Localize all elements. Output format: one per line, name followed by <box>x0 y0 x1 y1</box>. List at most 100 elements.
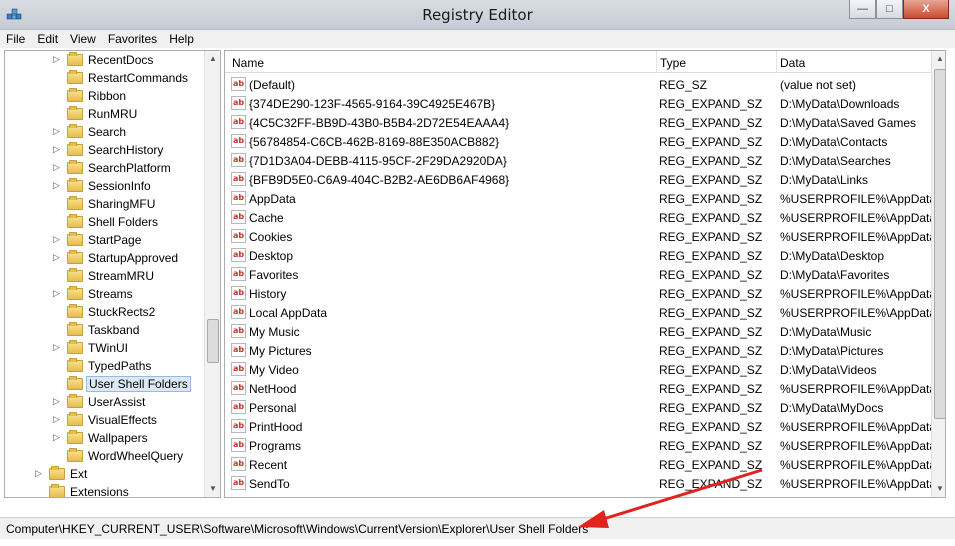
scroll-right-icon[interactable]: ▶ <box>915 497 931 498</box>
expand-arrow-icon[interactable]: ▷ <box>53 342 60 353</box>
tree-vertical-scrollbar[interactable]: ▲ ▼ <box>204 51 220 497</box>
tree-item[interactable]: ▷ SessionInfo <box>5 178 205 196</box>
tree-item[interactable]: ▷ SearchPlatform <box>5 160 205 178</box>
values-scroll-thumb[interactable] <box>934 69 945 419</box>
value-row[interactable]: ab Programs REG_EXPAND_SZ %USERPROFILE%\App… <box>225 436 932 455</box>
value-row[interactable]: ab {56784854-C6CB-462B-8169-88E350ACB882}… <box>225 132 931 151</box>
value-row[interactable]: ab {BFB9D5E0-C6A9-404C-B2B2-AE6DB6AF4968}… <box>225 170 931 189</box>
expand-arrow-icon[interactable]: ▷ <box>53 54 60 65</box>
value-row[interactable]: ab My Video REG_EXPAND_SZ D:\MyData\Videos <box>225 360 931 379</box>
value-type: REG_EXPAND_SZ <box>659 439 763 453</box>
column-header-type[interactable]: Type <box>660 56 686 70</box>
tree-item[interactable]: ▷ RecentDocs <box>5 52 205 70</box>
tree-item[interactable]: ▷ Wallpapers <box>5 430 205 448</box>
tree-item[interactable]: TypedPaths <box>5 358 205 376</box>
folder-icon <box>67 448 83 462</box>
value-type: REG_EXPAND_SZ <box>659 306 763 320</box>
value-type: REG_EXPAND_SZ <box>659 382 763 396</box>
tree-item-label: Wallpapers <box>88 431 148 445</box>
menu-file[interactable]: File <box>0 30 31 48</box>
scroll-down-icon[interactable]: ▼ <box>932 481 945 497</box>
value-row[interactable]: ab {4C5C32FF-BB9D-43B0-B5B4-2D72E54EAAA4}… <box>225 113 931 132</box>
string-value-icon: ab <box>231 400 246 414</box>
tree-item[interactable]: StreamMRU <box>5 268 205 286</box>
tree-item[interactable]: Extensions <box>5 484 205 497</box>
expand-arrow-icon[interactable]: ▷ <box>35 468 42 479</box>
values-list[interactable]: Name Type Data ab (Default) REG_SZ (value n… <box>224 50 946 498</box>
folder-icon <box>67 232 83 246</box>
value-row[interactable]: ab My Music REG_EXPAND_SZ D:\MyData\Music <box>225 322 931 341</box>
scroll-up-icon[interactable]: ▲ <box>932 51 945 67</box>
tree-item[interactable]: SharingMFU <box>5 196 205 214</box>
expand-arrow-icon[interactable]: ▷ <box>53 288 60 299</box>
folder-icon <box>67 286 83 300</box>
expand-arrow-icon[interactable]: ▷ <box>53 252 60 263</box>
tree-item[interactable]: ▷ UserAssist <box>5 394 205 412</box>
value-data: D:\MyData\Contacts <box>780 135 888 149</box>
value-row[interactable]: ab Cookies REG_EXPAND_SZ %USERPROFILE%\AppD… <box>225 227 932 246</box>
key-tree[interactable]: ▷ RecentDocs RestartCommands Ribbon RunMRU ▷ S… <box>4 50 221 498</box>
maximize-button[interactable]: □ <box>876 0 903 19</box>
value-row[interactable]: ab NetHood REG_EXPAND_SZ %USERPROFILE%\AppD… <box>225 379 932 398</box>
menu-favorites[interactable]: Favorites <box>102 30 163 48</box>
scroll-down-icon[interactable]: ▼ <box>205 481 220 497</box>
value-type: REG_EXPAND_SZ <box>659 420 763 434</box>
expand-arrow-icon[interactable]: ▷ <box>53 234 60 245</box>
value-type: REG_EXPAND_SZ <box>659 325 763 339</box>
folder-icon <box>49 466 65 480</box>
menu-help[interactable]: Help <box>163 30 200 48</box>
tree-item[interactable]: RestartCommands <box>5 70 205 88</box>
value-row[interactable]: ab Recent REG_EXPAND_SZ %USERPROFILE%\AppDa… <box>225 455 932 474</box>
value-row[interactable]: ab AppData REG_EXPAND_SZ %USERPROFILE%\AppD… <box>225 189 932 208</box>
tree-item[interactable]: ▷ StartupApproved <box>5 250 205 268</box>
expand-arrow-icon[interactable]: ▷ <box>53 414 60 425</box>
value-row[interactable]: ab My Pictures REG_EXPAND_SZ D:\MyData\Pict… <box>225 341 931 360</box>
value-row[interactable]: ab Desktop REG_EXPAND_SZ D:\MyData\Desktop <box>225 246 931 265</box>
value-row[interactable]: ab (Default) REG_SZ (value not set) <box>225 75 931 94</box>
value-row[interactable]: ab {7D1D3A04-DEBB-4115-95CF-2F29DA2920DA}… <box>225 151 931 170</box>
tree-item[interactable]: User Shell Folders <box>5 376 205 394</box>
tree-item[interactable]: ▷ SearchHistory <box>5 142 205 160</box>
value-row[interactable]: ab {374DE290-123F-4565-9164-39C4925E467B}… <box>225 94 931 113</box>
scroll-left-icon[interactable]: ◀ <box>225 497 241 498</box>
tree-item[interactable]: ▷ Streams <box>5 286 205 304</box>
expand-arrow-icon[interactable]: ▷ <box>53 432 60 443</box>
value-row[interactable]: ab PrintHood REG_EXPAND_SZ %USERPROFILE%\Ap… <box>225 417 932 436</box>
minimize-button[interactable]: — <box>849 0 876 19</box>
tree-item[interactable]: ▷ Search <box>5 124 205 142</box>
menu-edit[interactable]: Edit <box>31 30 64 48</box>
tree-item[interactable]: ▷ Ext <box>5 466 205 484</box>
value-row[interactable]: ab Favorites REG_EXPAND_SZ D:\MyData\Favori… <box>225 265 931 284</box>
expand-arrow-icon[interactable]: ▷ <box>53 180 60 191</box>
tree-scroll-thumb[interactable] <box>207 319 219 363</box>
expand-arrow-icon[interactable]: ▷ <box>53 162 60 173</box>
scroll-up-icon[interactable]: ▲ <box>205 51 220 67</box>
tree-item[interactable]: Shell Folders <box>5 214 205 232</box>
tree-item[interactable]: Taskband <box>5 322 205 340</box>
tree-item-label: Ext <box>70 467 88 481</box>
tree-item-label: VisualEffects <box>88 413 157 427</box>
tree-item[interactable]: WordWheelQuery <box>5 448 205 466</box>
column-header-data[interactable]: Data <box>780 56 805 70</box>
value-row[interactable]: ab History REG_EXPAND_SZ %USERPROFILE%\AppD… <box>225 284 932 303</box>
close-button[interactable]: X <box>903 0 949 19</box>
tree-item[interactable]: Ribbon <box>5 88 205 106</box>
tree-item[interactable]: ▷ StartPage <box>5 232 205 250</box>
expand-arrow-icon[interactable]: ▷ <box>53 126 60 137</box>
value-row[interactable]: ab Cache REG_EXPAND_SZ %USERPROFILE%\AppDat… <box>225 208 932 227</box>
tree-item[interactable]: ▷ TWinUI <box>5 340 205 358</box>
expand-arrow-icon[interactable]: ▷ <box>53 396 60 407</box>
values-horizontal-scrollbar[interactable]: ◀ ▶ <box>225 497 931 498</box>
column-header-name[interactable]: Name <box>232 56 264 70</box>
tree-item[interactable]: RunMRU <box>5 106 205 124</box>
tree-item-label: RecentDocs <box>88 53 154 67</box>
tree-item[interactable]: ▷ VisualEffects <box>5 412 205 430</box>
menu-view[interactable]: View <box>64 30 102 48</box>
values-vertical-scrollbar[interactable]: ▲ ▼ <box>931 51 945 497</box>
tree-item[interactable]: StuckRects2 <box>5 304 205 322</box>
value-row[interactable]: ab Local AppData REG_EXPAND_SZ %USERPROFILE… <box>225 303 932 322</box>
folder-icon <box>67 340 83 354</box>
value-row[interactable]: ab SendTo REG_EXPAND_SZ %USERPROFILE%\AppDa… <box>225 474 932 493</box>
expand-arrow-icon[interactable]: ▷ <box>53 144 60 155</box>
value-row[interactable]: ab Personal REG_EXPAND_SZ D:\MyData\MyDocs <box>225 398 931 417</box>
